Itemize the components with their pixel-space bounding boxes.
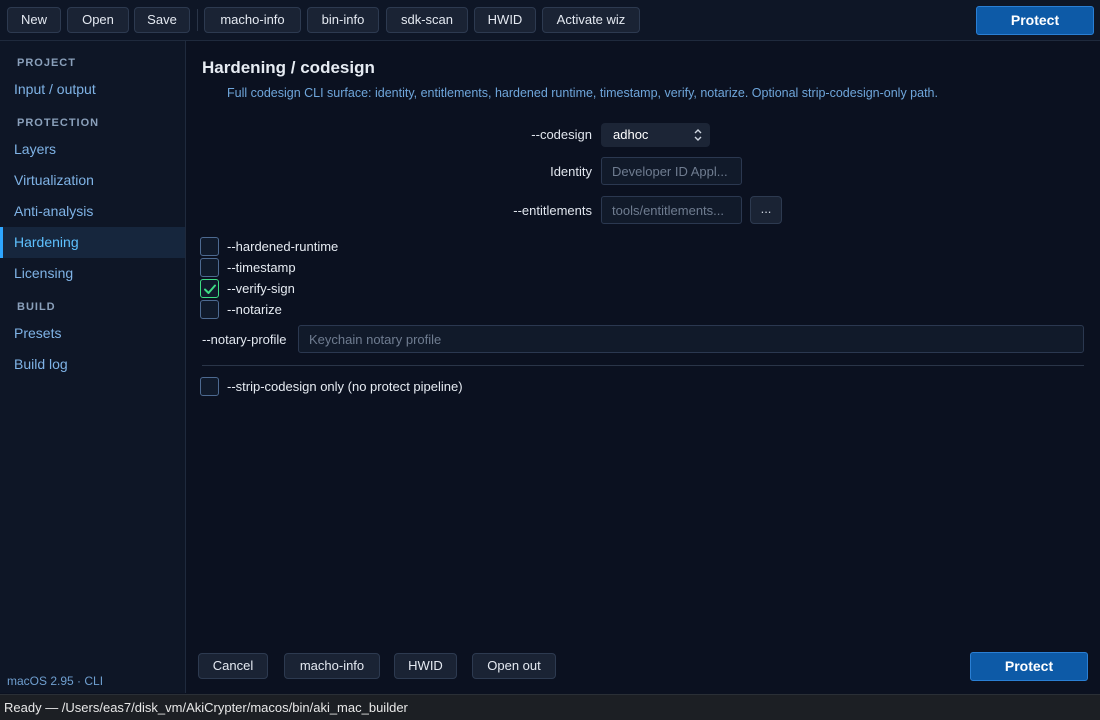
strip-codesign-checkbox[interactable] [200, 377, 219, 396]
open-button[interactable]: Open [67, 7, 129, 33]
codesign-value: adhoc [613, 127, 649, 142]
strip-codesign-label: --strip-codesign only (no protect pipeli… [227, 379, 463, 394]
sidebar-item-anti-analysis[interactable]: Anti-analysis [0, 196, 185, 227]
identity-input[interactable] [601, 157, 742, 185]
page-subtitle: Full codesign CLI surface: identity, ent… [227, 86, 938, 100]
new-button[interactable]: New [7, 7, 61, 33]
verify-sign-checkbox[interactable] [200, 279, 219, 298]
sidebar-item-input-output[interactable]: Input / output [0, 74, 185, 105]
entitlements-input[interactable] [601, 196, 742, 224]
sidebar-item-licensing[interactable]: Licensing [0, 258, 185, 289]
sidebar-item-layers[interactable]: Layers [0, 134, 185, 165]
checkmark-icon [204, 284, 216, 294]
status-bar: Ready — /Users/eas7/disk_vm/AkiCrypter/m… [0, 694, 1100, 720]
verify-sign-label: --verify-sign [227, 281, 295, 296]
timestamp-checkbox[interactable] [200, 258, 219, 277]
updown-chevron-icon [694, 123, 702, 157]
hardened-runtime-label: --hardened-runtime [227, 239, 339, 254]
open-out-button[interactable]: Open out [472, 653, 556, 679]
identity-label: Identity [550, 164, 592, 179]
section-divider [202, 365, 1084, 366]
sidebar-item-presets[interactable]: Presets [0, 318, 185, 349]
notary-profile-input[interactable] [298, 325, 1084, 353]
version-label: macOS 2.95 · CLI [7, 674, 104, 688]
sdk-scan-button[interactable]: sdk-scan [386, 7, 468, 33]
sidebar-item-hardening[interactable]: Hardening [0, 227, 185, 258]
entitlements-browse-button[interactable]: ... [750, 196, 782, 224]
sidebar-item-virtualization[interactable]: Virtualization [0, 165, 185, 196]
codesign-select[interactable]: adhoc [601, 123, 710, 147]
sidebar-item-build-log[interactable]: Build log [0, 349, 185, 380]
protect-button-top[interactable]: Protect [976, 6, 1094, 35]
section-project: PROJECT [17, 57, 76, 69]
notarize-checkbox[interactable] [200, 300, 219, 319]
timestamp-label: --timestamp [227, 260, 296, 275]
footer-hwid-button[interactable]: HWID [394, 653, 457, 679]
sidebar: PROJECT Input / output PROTECTION Layers… [0, 41, 186, 693]
main-panel: Hardening / codesign Full codesign CLI s… [186, 41, 1100, 693]
notary-profile-label: --notary-profile [202, 332, 287, 347]
toolbar-separator [197, 9, 198, 31]
protect-button-bottom[interactable]: Protect [970, 652, 1088, 681]
entitlements-label: --entitlements [513, 203, 592, 218]
hardened-runtime-checkbox[interactable] [200, 237, 219, 256]
hwid-button[interactable]: HWID [474, 7, 536, 33]
section-build: BUILD [17, 301, 56, 313]
macho-info-button[interactable]: macho-info [204, 7, 301, 33]
activate-wiz-button[interactable]: Activate wiz [542, 7, 640, 33]
codesign-label: --codesign [531, 127, 592, 142]
page-title: Hardening / codesign [202, 58, 375, 77]
footer-macho-info-button[interactable]: macho-info [284, 653, 380, 679]
bin-info-button[interactable]: bin-info [307, 7, 379, 33]
notarize-label: --notarize [227, 302, 282, 317]
section-protection: PROTECTION [17, 117, 100, 129]
cancel-button[interactable]: Cancel [198, 653, 268, 679]
toolbar: New Open Save macho-info bin-info sdk-sc… [0, 0, 1100, 41]
save-button[interactable]: Save [134, 7, 190, 33]
